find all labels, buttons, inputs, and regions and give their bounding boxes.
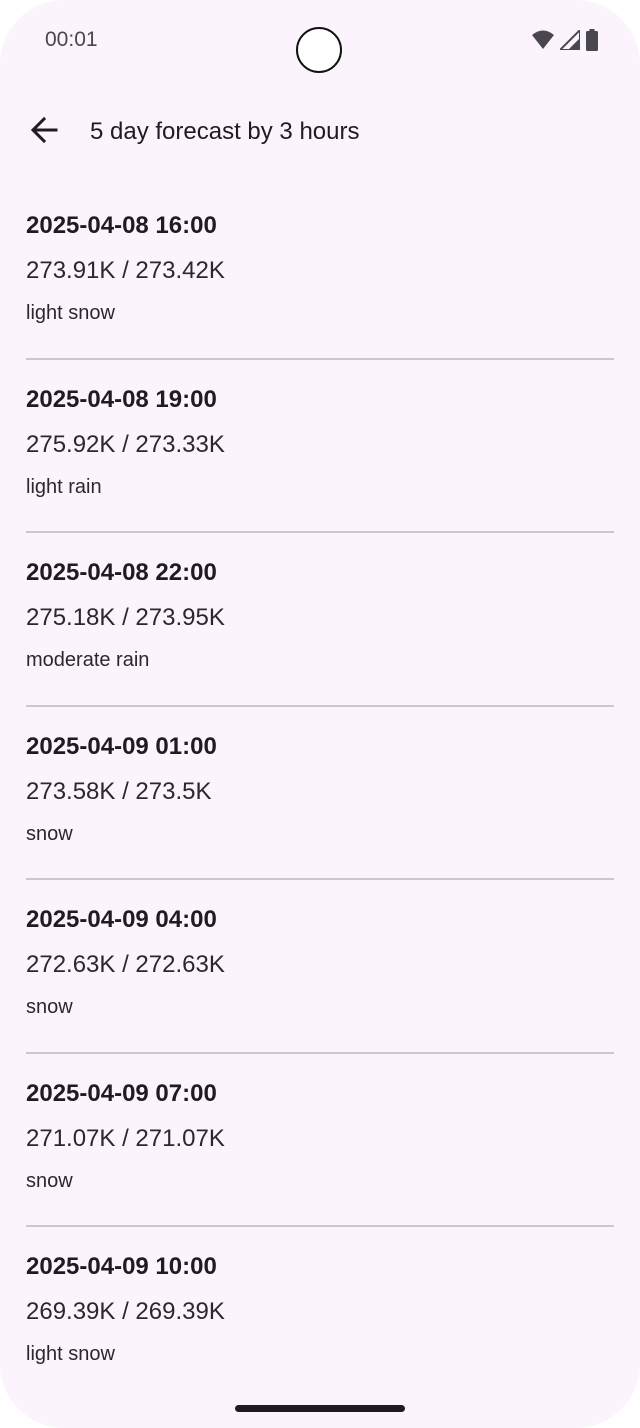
- signal-icon: [560, 30, 580, 50]
- forecast-datetime: 2025-04-09 01:00: [26, 732, 217, 760]
- battery-icon: [586, 29, 598, 51]
- wifi-icon: [532, 30, 554, 50]
- forecast-description: snow: [26, 1169, 73, 1192]
- forecast-item[interactable]: 2025-04-09 10:00 269.39K / 269.39K light…: [26, 1227, 614, 1401]
- forecast-description: snow: [26, 996, 73, 1018]
- forecast-item[interactable]: 2025-04-08 19:00 275.92K / 273.33K light…: [26, 360, 614, 533]
- arrow-back-icon: [30, 116, 58, 149]
- forecast-item[interactable]: 2025-04-08 16:00 273.91K / 273.42K light…: [26, 186, 614, 360]
- forecast-datetime: 2025-04-09 04:00: [26, 906, 217, 933]
- forecast-item[interactable]: 2025-04-08 22:00 275.18K / 273.95K moder…: [26, 533, 614, 707]
- forecast-description: snow: [26, 822, 73, 845]
- back-button[interactable]: [20, 108, 68, 156]
- phone-screen: 00:01 5 day forecast by 3 hours 2025-04-…: [0, 0, 640, 1428]
- forecast-temperatures: 273.58K / 273.5K: [26, 777, 212, 805]
- forecast-datetime: 2025-04-08 19:00: [26, 385, 217, 413]
- forecast-temperatures: 271.07K / 271.07K: [26, 1124, 225, 1152]
- page-title: 5 day forecast by 3 hours: [90, 118, 360, 145]
- status-icons: [532, 28, 598, 52]
- forecast-item[interactable]: 2025-04-09 04:00 272.63K / 272.63K snow: [26, 880, 614, 1054]
- camera-cutout: [296, 27, 342, 73]
- app-bar: 5 day forecast by 3 hours: [0, 100, 640, 164]
- forecast-description: light rain: [26, 475, 102, 498]
- status-bar: 00:01: [0, 0, 640, 84]
- forecast-description: light snow: [26, 1343, 115, 1365]
- forecast-description: moderate rain: [26, 649, 150, 671]
- forecast-datetime: 2025-04-09 10:00: [26, 1253, 217, 1280]
- forecast-description: light snow: [26, 302, 115, 324]
- forecast-datetime: 2025-04-09 07:00: [26, 1079, 217, 1107]
- forecast-item[interactable]: 2025-04-09 01:00 273.58K / 273.5K snow: [26, 707, 614, 880]
- forecast-temperatures: 269.39K / 269.39K: [26, 1298, 225, 1325]
- forecast-temperatures: 272.63K / 272.63K: [26, 951, 225, 978]
- forecast-temperatures: 273.91K / 273.42K: [26, 257, 225, 284]
- home-indicator[interactable]: [235, 1405, 405, 1412]
- forecast-datetime: 2025-04-08 16:00: [26, 212, 217, 239]
- forecast-temperatures: 275.92K / 273.33K: [26, 430, 225, 458]
- forecast-list[interactable]: 2025-04-08 16:00 273.91K / 273.42K light…: [26, 186, 614, 1401]
- forecast-item[interactable]: 2025-04-09 07:00 271.07K / 271.07K snow: [26, 1054, 614, 1227]
- forecast-temperatures: 275.18K / 273.95K: [26, 604, 225, 631]
- status-time: 00:01: [45, 28, 98, 51]
- forecast-datetime: 2025-04-08 22:00: [26, 559, 217, 586]
